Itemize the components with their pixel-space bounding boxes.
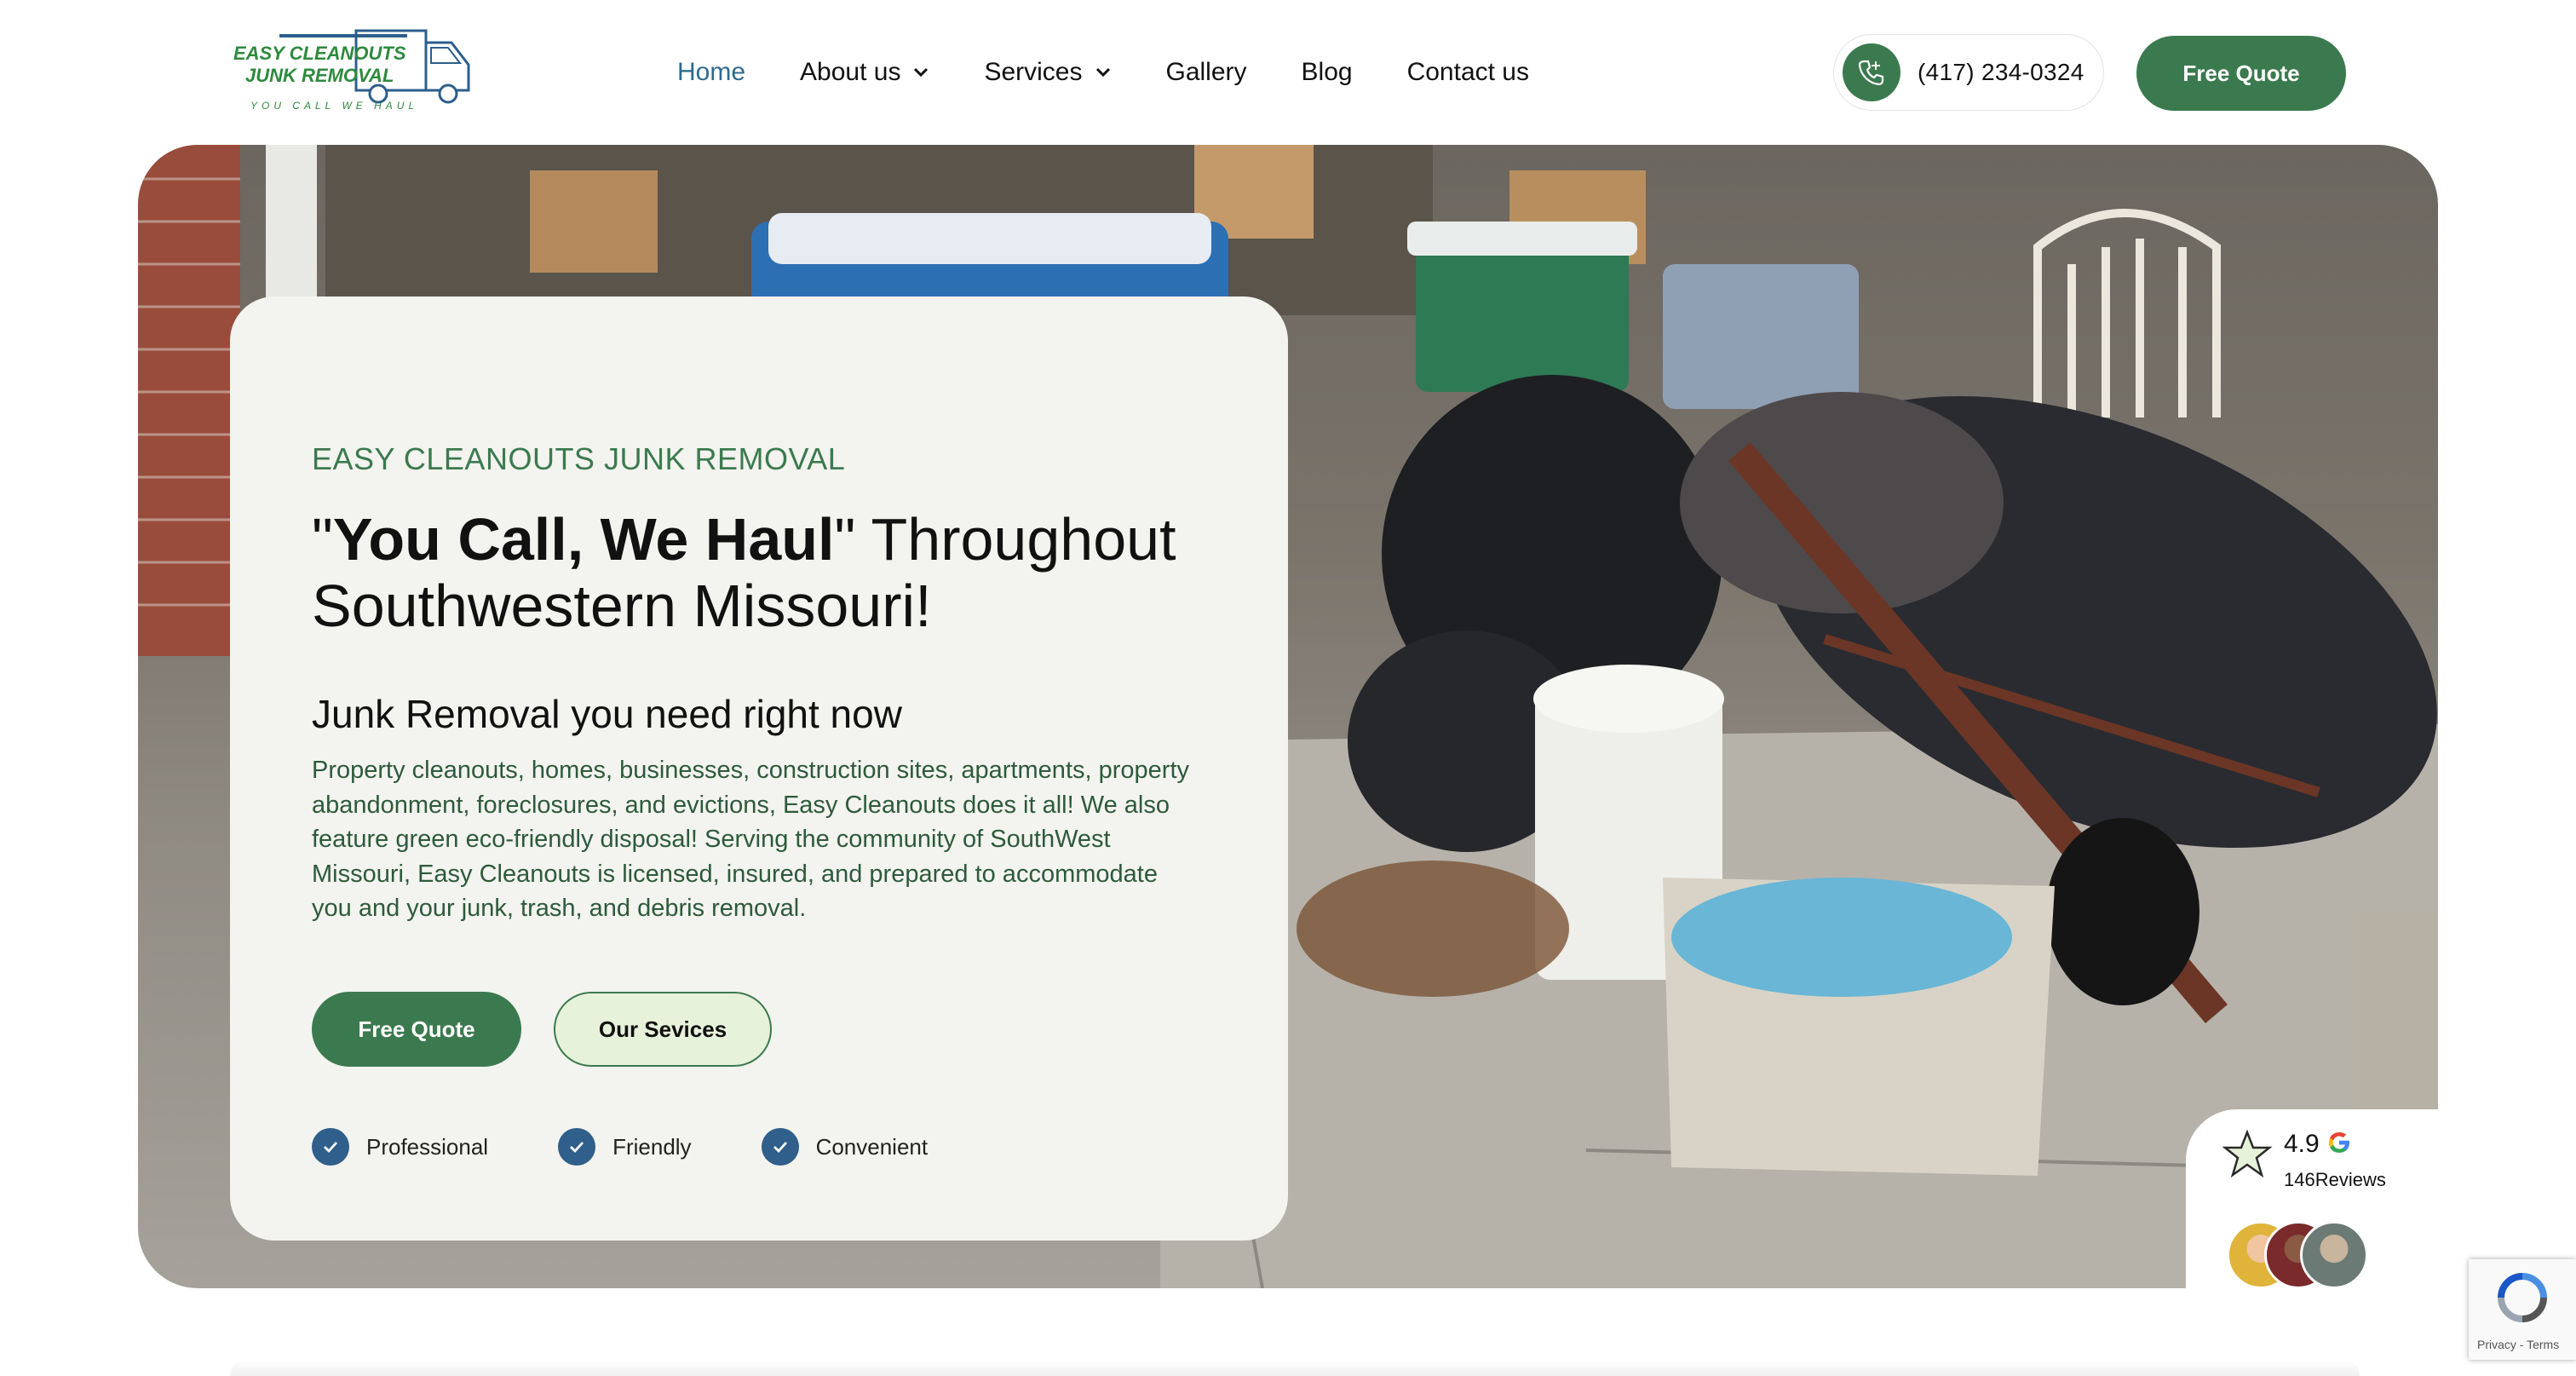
nav-item-blog[interactable]: Blog <box>1302 58 1353 87</box>
next-section-edge <box>230 1359 2360 1376</box>
phone-link[interactable]: (417) 234-0324 <box>1833 34 2104 111</box>
check-icon <box>312 1128 349 1166</box>
logo-tagline: YOU CALL WE HAUL <box>250 100 418 112</box>
feature-label: Professional <box>366 1133 489 1160</box>
check-icon <box>761 1128 799 1166</box>
feature-item-professional: Professional <box>312 1128 488 1166</box>
nav-item-home[interactable]: Home <box>677 58 745 87</box>
recaptcha-terms[interactable]: Privacy - Terms <box>2477 1338 2559 1351</box>
feature-label: Friendly <box>612 1133 692 1160</box>
check-icon <box>558 1128 596 1166</box>
phone-number: (417) 234-0324 <box>1918 59 2084 85</box>
nav-item-services[interactable]: Services <box>984 58 1111 87</box>
hero-subheading: Junk Removal you need right now <box>312 692 902 736</box>
chevron-down-icon <box>914 67 929 78</box>
chevron-down-icon <box>1095 67 1110 78</box>
logo-text-line1: EASY CLEANOUTS <box>233 43 406 64</box>
headline-quote: " <box>312 506 333 573</box>
phone-icon <box>1843 43 1900 101</box>
site-header: EASY CLEANOUTS JUNK REMOVAL YOU CALL WE … <box>0 0 2576 145</box>
hero-eyebrow: EASY CLEANOUTS JUNK REMOVAL <box>312 441 846 476</box>
recaptcha-icon <box>2498 1273 2547 1322</box>
nav-item-about-us[interactable]: About us <box>800 58 929 87</box>
nav-item-label: Contact us <box>1406 58 1529 86</box>
google-icon <box>2329 1132 2349 1153</box>
feature-list: Professional Friendly Convenient <box>312 1128 998 1166</box>
rating-value: 4.9 <box>2284 1130 2320 1158</box>
headline-bold: You Call, We Haul <box>332 506 835 573</box>
nav-item-label: Home <box>677 58 746 86</box>
hero-card: EASY CLEANOUTS JUNK REMOVAL "You Call, W… <box>230 297 1288 1241</box>
feature-label: Convenient <box>815 1133 929 1160</box>
feature-item-convenient: Convenient <box>761 1128 929 1166</box>
nav-item-label: About us <box>800 58 901 86</box>
header-free-quote-button[interactable]: Free Quote <box>2136 36 2346 111</box>
our-services-button[interactable]: Our Sevices <box>554 992 772 1067</box>
star-icon <box>2222 1129 2273 1178</box>
nav-item-gallery[interactable]: Gallery <box>1166 58 1247 87</box>
logo-text-line2: JUNK REMOVAL <box>245 65 394 86</box>
hero-headline: "You Call, We Haul" Throughout Southwest… <box>312 506 1215 639</box>
feature-item-friendly: Friendly <box>558 1128 692 1166</box>
nav-item-contact-us[interactable]: Contact us <box>1407 58 1529 87</box>
nav-item-label: Services <box>984 58 1083 86</box>
main-nav: Home About us Services Gallery Blog Cont… <box>677 0 1584 145</box>
nav-item-label: Blog <box>1301 58 1353 86</box>
free-quote-button[interactable]: Free Quote <box>312 992 521 1067</box>
nav-item-label: Gallery <box>1165 58 1247 86</box>
avatar <box>2300 1221 2368 1289</box>
hero-description: Property cleanouts, homes, businesses, c… <box>312 757 1189 922</box>
company-logo[interactable]: EASY CLEANOUTS JUNK REMOVAL YOU CALL WE … <box>228 24 488 118</box>
review-count: 146Reviews <box>2284 1169 2386 1190</box>
recaptcha-badge[interactable]: Privacy - Terms <box>2469 1259 2576 1360</box>
